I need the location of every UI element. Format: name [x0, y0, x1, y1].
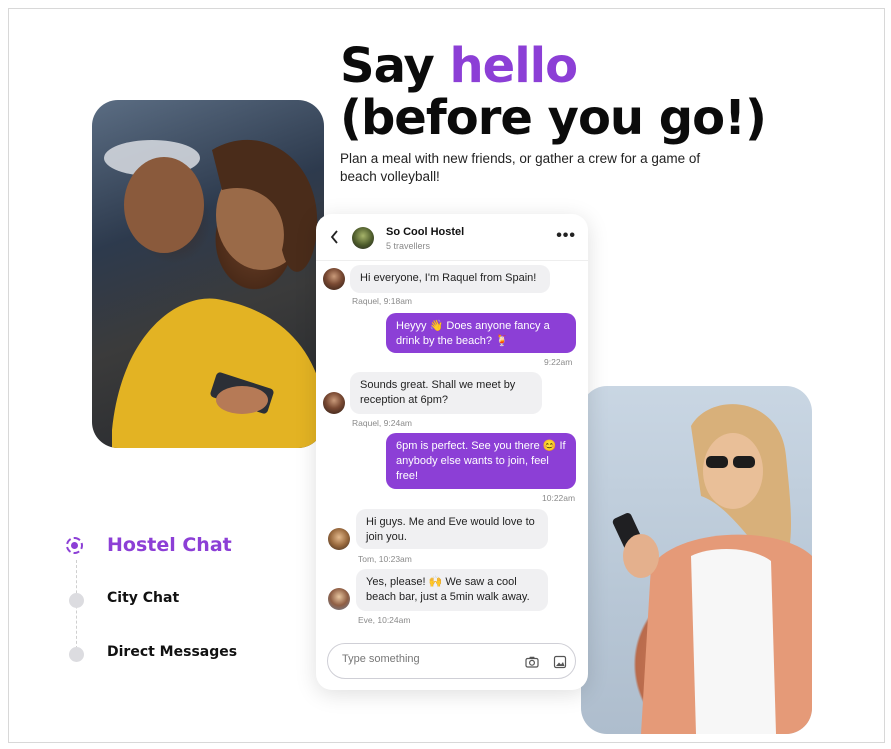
- chat-window: So Cool Hostel 5 travellers ••• Hi every…: [316, 214, 588, 690]
- message-input[interactable]: [340, 652, 514, 666]
- group-avatar: [352, 227, 374, 249]
- nav-dot: [69, 593, 84, 608]
- message-meta: Tom, 10:23am: [358, 554, 412, 564]
- avatar: [328, 588, 350, 610]
- message-meta: 10:22am: [542, 493, 576, 503]
- hero-subtitle: Plan a meal with new friends, or gather …: [340, 151, 701, 184]
- message-bubble-incoming: Yes, please! 🙌 We saw a cool beach bar, …: [356, 569, 548, 611]
- woman-with-phone-photo: [581, 386, 812, 734]
- nav-dot-active: [66, 537, 83, 554]
- hero-title-part1: Say: [340, 38, 450, 94]
- message-bubble-incoming: Hi guys. Me and Eve would love to join y…: [356, 509, 548, 549]
- message-meta: 9:22am: [544, 357, 573, 367]
- group-member-count: 5 travellers: [386, 241, 431, 251]
- message-composer: [327, 643, 576, 679]
- nav-item-label: City Chat: [107, 590, 180, 606]
- friends-photo: [92, 100, 324, 448]
- chevron-left-icon[interactable]: [328, 228, 342, 246]
- nav-dot: [69, 647, 84, 662]
- avatar: [323, 268, 345, 290]
- group-name: So Cool Hostel: [386, 226, 465, 238]
- image-icon[interactable]: [552, 654, 568, 670]
- message-meta: Raquel, 9:18am: [352, 296, 413, 306]
- woman-photo-illustration: [612, 404, 812, 734]
- message-bubble-outgoing: 6pm is perfect. See you there 😊 If anybo…: [386, 433, 576, 489]
- message-bubble-incoming: Sounds great. Shall we meet by reception…: [350, 372, 542, 414]
- nav-item-label: Direct Messages: [107, 644, 238, 660]
- friends-photo-illustration: [104, 139, 324, 448]
- message-bubble-incoming: Hi everyone, I'm Raquel from Spain!: [350, 265, 550, 293]
- hero-title-line2: (before you go!): [340, 90, 767, 146]
- hero-title: Say hello (before you go!): [340, 38, 767, 146]
- chat-header: So Cool Hostel 5 travellers •••: [316, 214, 588, 261]
- message-meta: Eve, 10:24am: [358, 615, 411, 625]
- avatar: [323, 392, 345, 414]
- hero-title-accent: hello: [449, 38, 578, 94]
- camera-icon[interactable]: [524, 654, 540, 670]
- message-meta: Raquel, 9:24am: [352, 418, 413, 428]
- avatar: [328, 528, 350, 550]
- message-bubble-outgoing: Heyyy 👋 Does anyone fancy a drink by the…: [386, 313, 576, 353]
- nav-item-label: Hostel Chat: [107, 534, 232, 556]
- more-horizontal-icon[interactable]: •••: [556, 228, 576, 244]
